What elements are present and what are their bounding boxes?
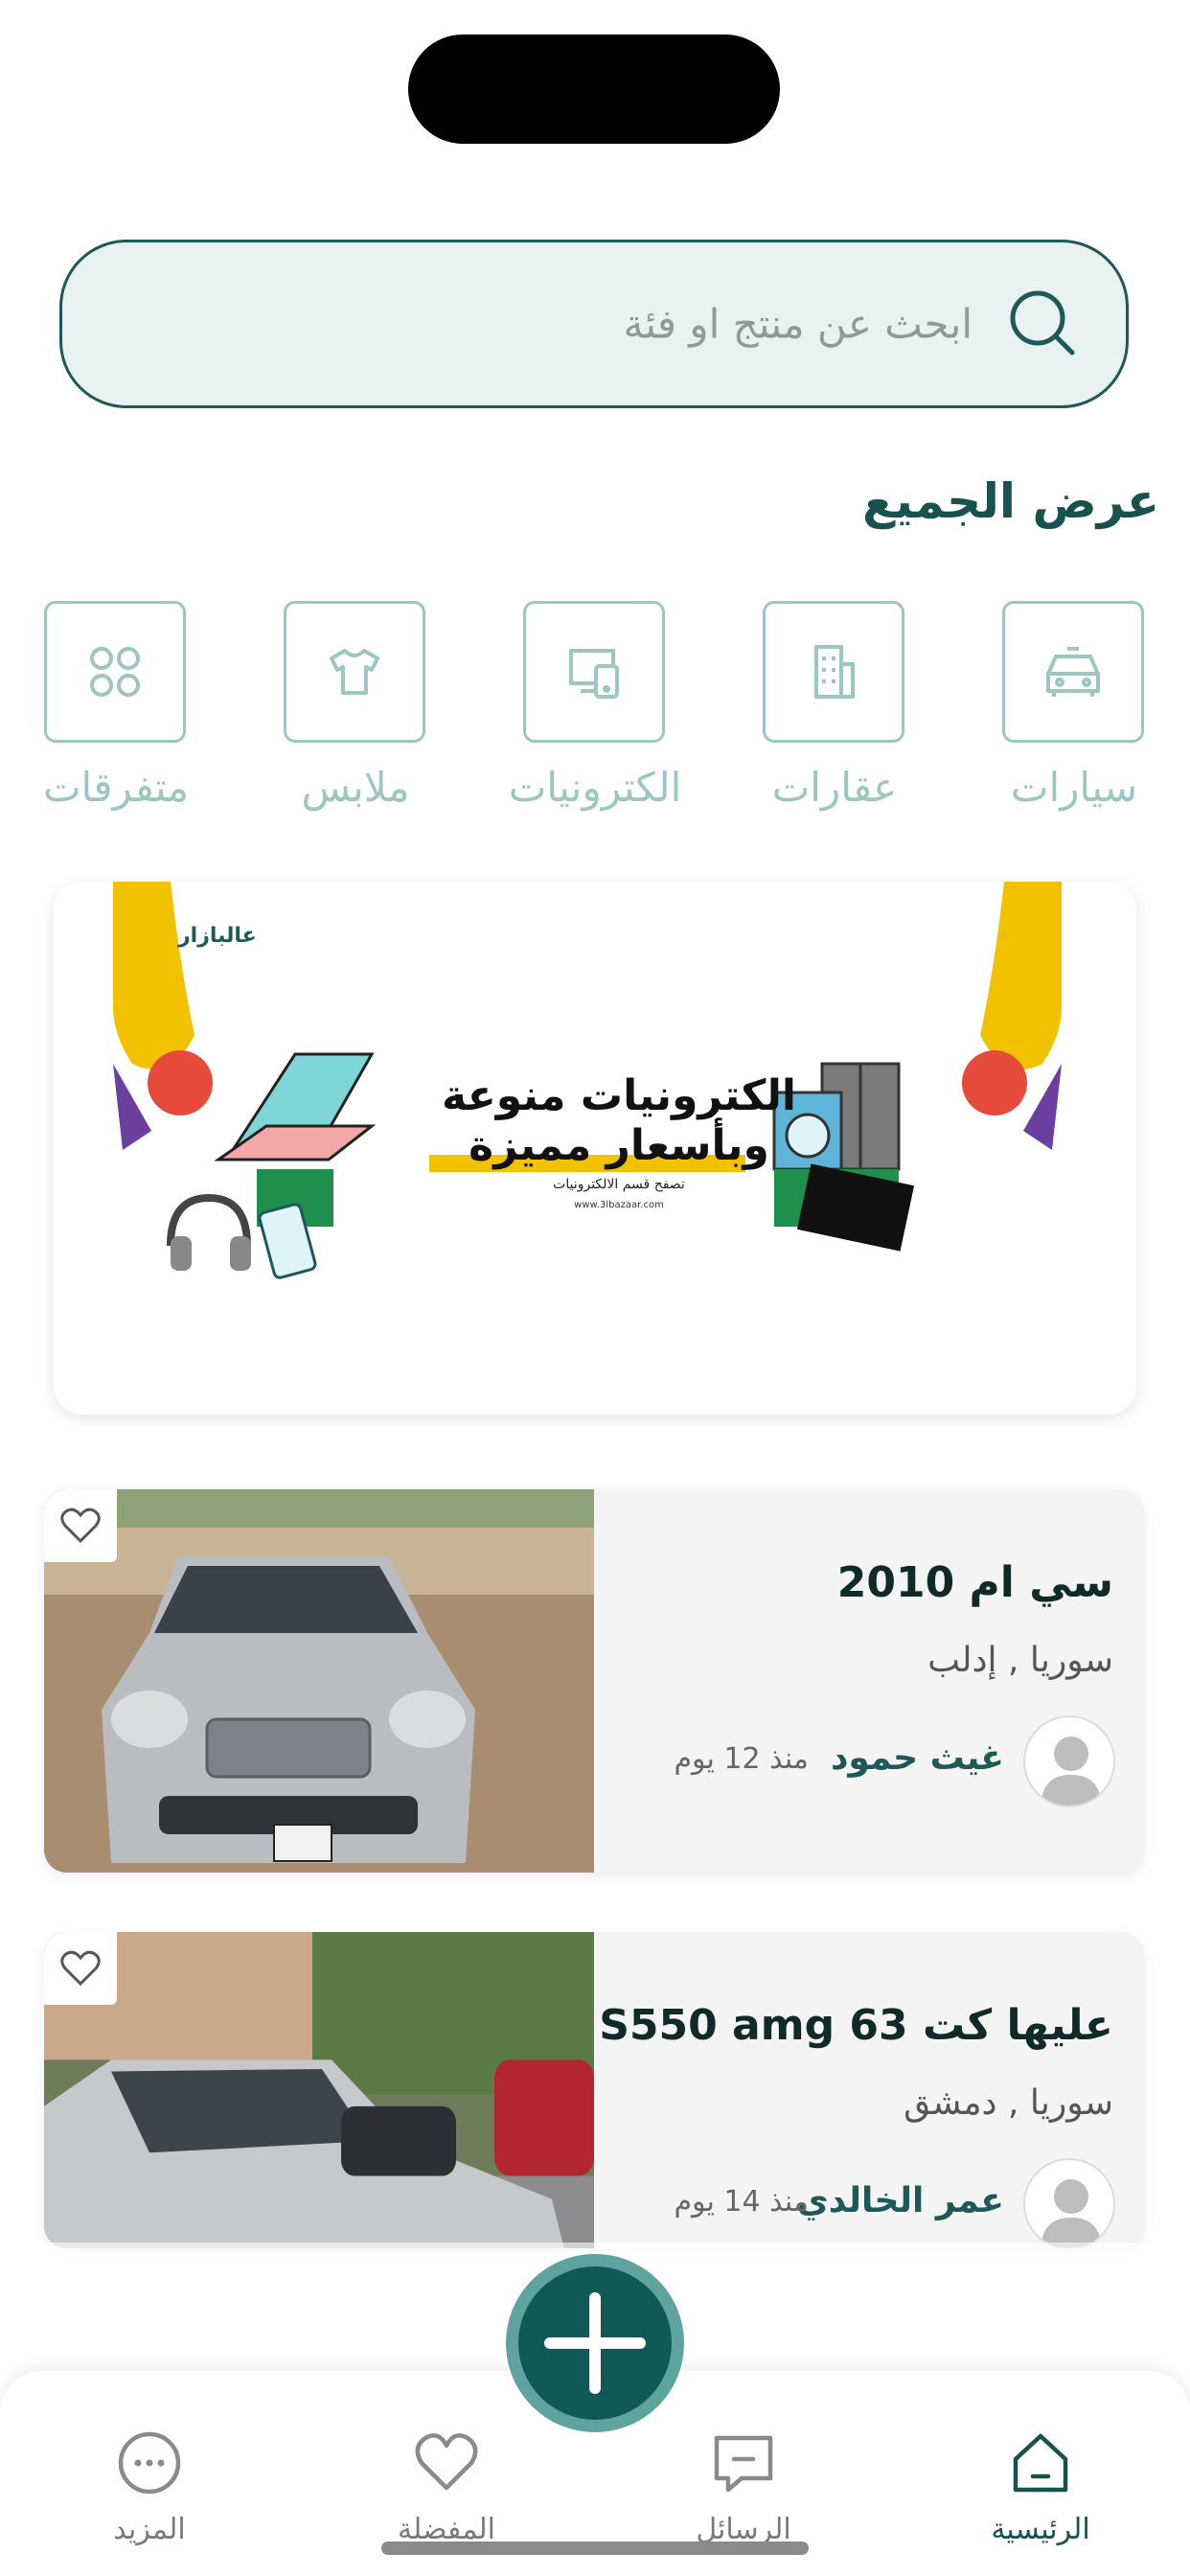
favorite-button[interactable] — [44, 1932, 117, 2005]
category-label: عقارات — [771, 764, 898, 811]
listing-location: سوريا , دمشق — [904, 2083, 1113, 2123]
search-icon[interactable] — [1007, 288, 1080, 360]
heart-icon — [415, 2433, 478, 2491]
heart-icon — [60, 1950, 101, 1987]
add-listing-button[interactable] — [506, 2254, 684, 2432]
category-clothes[interactable]: ملابس — [284, 601, 427, 811]
listing-time: منذ 12 يوم — [674, 1742, 809, 1776]
user-icon — [1041, 2179, 1102, 2248]
category-label: الكترونيات — [508, 764, 682, 811]
building-icon — [814, 645, 855, 699]
car-icon — [1046, 647, 1100, 697]
tab-favorites[interactable]: المفضلة — [351, 2428, 542, 2546]
avatar[interactable] — [1023, 2158, 1115, 2248]
tab-label: المزيد — [113, 2513, 186, 2546]
listing-photo — [44, 1932, 594, 2248]
user-icon — [1041, 1736, 1102, 1806]
category-electronics[interactable]: الكترونيات — [509, 601, 681, 811]
heart-icon — [60, 1507, 101, 1544]
banner-subtitle: تصفح قسم الالكترونيات — [553, 1177, 685, 1192]
category-misc[interactable]: متفرقات — [43, 601, 189, 811]
avatar[interactable] — [1023, 1715, 1115, 1807]
home-icon — [1013, 2433, 1068, 2493]
promo-banner[interactable]: عالبازار الكترونيات منوعة وبأسعار مميزة … — [54, 882, 1136, 1414]
category-label: ملابس — [301, 764, 410, 811]
tab-label: الرئيسية — [991, 2513, 1090, 2546]
listing-card[interactable]: عليها كت S550 amg 63 سوريا , دمشق عمر ال… — [44, 1932, 1144, 2248]
listing-card[interactable]: سي ام 2010 سوريا , إدلب غيث حمود منذ 12 … — [44, 1489, 1144, 1873]
listing-title: عليها كت S550 amg 63 — [599, 2001, 1113, 2050]
category-label: سيارات — [1010, 764, 1138, 811]
tab-messages[interactable]: الرسائل — [648, 2428, 839, 2546]
favorite-button[interactable] — [44, 1489, 117, 1562]
listing-location: سوريا , إدلب — [927, 1641, 1113, 1680]
category-real-estate[interactable]: عقارات — [763, 601, 906, 811]
plus-icon — [544, 2292, 646, 2394]
tab-more[interactable]: المزيد — [54, 2428, 245, 2546]
listing-title: سي ام 2010 — [836, 1558, 1113, 1607]
dynamic-island — [408, 34, 780, 144]
banner-url: www.3lbazaar.com — [574, 1200, 664, 1210]
message-icon — [714, 2435, 773, 2493]
search-bar[interactable]: ابحث عن منتج او فئة — [59, 240, 1129, 408]
search-input[interactable]: ابحث عن منتج او فئة — [624, 301, 973, 348]
more-icon — [118, 2431, 181, 2495]
tab-home[interactable]: الرئيسية — [945, 2428, 1136, 2546]
home-indicator — [381, 2542, 809, 2555]
devices-icon — [569, 649, 619, 699]
seller-name[interactable]: غيث حمود — [831, 1738, 1004, 1778]
banner-headline-2: وبأسعار مميزة — [469, 1121, 769, 1170]
listing-photo — [44, 1489, 594, 1873]
category-label: متفرقات — [42, 764, 190, 811]
seller-name[interactable]: عمر الخالدي — [797, 2181, 1004, 2220]
see-all-link[interactable]: عرض الجميع — [862, 473, 1159, 529]
banner-headline-1: الكترونيات منوعة — [442, 1071, 796, 1120]
grid-icon — [90, 647, 140, 697]
category-cars[interactable]: سيارات — [1002, 601, 1146, 811]
listing-time: منذ 14 يوم — [674, 2185, 809, 2219]
shirt-icon — [330, 649, 379, 695]
banner-brand-logo: عالبازار — [178, 924, 257, 948]
